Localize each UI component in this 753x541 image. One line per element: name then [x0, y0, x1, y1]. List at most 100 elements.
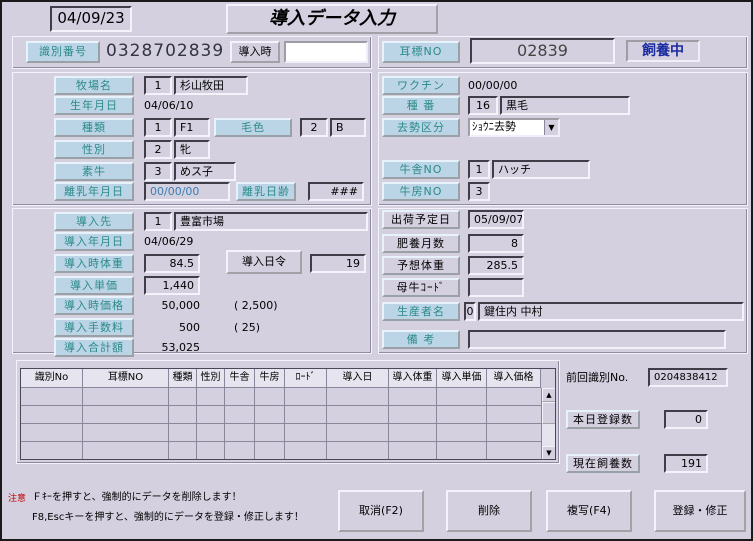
current-count-label: 現在飼養数	[566, 454, 640, 473]
kind-name-field[interactable]: 黒毛	[500, 96, 630, 115]
fee-value: 500	[179, 321, 200, 334]
sex-name-field[interactable]: 牝	[174, 140, 210, 159]
dam-name-field[interactable]: めス子	[174, 162, 236, 181]
col-divider	[82, 388, 83, 459]
room-field[interactable]: 3	[468, 182, 490, 201]
dam-code-field[interactable]: 3	[144, 162, 172, 181]
scroll-up-icon[interactable]: ▲	[542, 388, 555, 402]
page-title: 導入データ入力	[226, 4, 438, 34]
wean-day-field: ###	[308, 182, 364, 201]
breed-code-field[interactable]: 1	[144, 76, 172, 95]
fee-note: ( 25)	[234, 321, 261, 334]
source-code-field[interactable]: 1	[144, 212, 172, 231]
ear-value: 02839	[470, 38, 615, 64]
days-button[interactable]: 導入日令	[226, 250, 302, 274]
copy-button[interactable]: 複写(F4)	[546, 490, 632, 532]
total-label: 導入合計額	[54, 338, 134, 357]
wean-day-label: 離乳日齢	[236, 182, 296, 201]
weight-label: 導入時体重	[54, 254, 134, 273]
cancel-button[interactable]: 取消(F2)	[338, 490, 424, 532]
plan-field: 05/09/07	[468, 210, 524, 229]
col-barn[interactable]: 牛舎	[225, 369, 255, 388]
grid-scrollbar[interactable]: ▲ ▼	[541, 388, 555, 459]
birth-label: 生年月日	[54, 96, 134, 115]
ear-label: 耳標NO	[382, 41, 460, 63]
father-label: 母牛ｺｰﾄﾞ	[382, 278, 460, 297]
expected-weight-field: 285.5	[468, 256, 524, 275]
scroll-down-icon[interactable]: ▼	[542, 446, 555, 459]
color-label: 毛色	[214, 118, 292, 137]
note-field[interactable]	[468, 330, 726, 349]
type-name-field[interactable]: F1	[174, 118, 210, 137]
sex-code-field[interactable]: 2	[144, 140, 172, 159]
color-name-field[interactable]: B	[330, 118, 366, 137]
chevron-down-icon[interactable]: ▼	[544, 120, 558, 135]
purchase-date-value: 04/06/29	[144, 235, 194, 248]
date-display: 04/09/23	[50, 6, 132, 32]
dam-label: 素牛	[54, 162, 134, 181]
unit-label: 導入単価	[54, 276, 134, 295]
cause-select-value: ｼｮｳﾆ去勢	[472, 120, 516, 133]
breed-name-field[interactable]: 杉山牧田	[174, 76, 248, 95]
father-field[interactable]	[468, 278, 524, 297]
note-line-2: F8,Escキーを押すと、強制的にデータを登録・修正します！	[32, 512, 304, 523]
col-road[interactable]: ﾛｰﾄﾞ	[285, 369, 327, 388]
col-unit[interactable]: 導入単価	[437, 369, 487, 388]
vaccine-label: ワクチン	[382, 76, 460, 95]
scroll-thumb[interactable]	[542, 402, 555, 424]
unit-field[interactable]: 1,440	[144, 276, 200, 295]
intro-input[interactable]	[284, 41, 368, 63]
producer-code-field[interactable]: 0	[464, 302, 476, 321]
breed-label: 牧場名	[54, 76, 134, 95]
col-date[interactable]: 導入日	[327, 369, 389, 388]
cause-select[interactable]: ｼｮｳﾆ去勢 ▼	[468, 118, 560, 137]
col-divider	[168, 388, 169, 459]
wean-date-field[interactable]: 00/00/00	[144, 182, 230, 201]
table-row[interactable]	[21, 388, 541, 406]
months-label: 肥養月数	[382, 234, 460, 253]
delete-button[interactable]: 削除	[446, 490, 532, 532]
source-name-field[interactable]: 豊富市場	[174, 212, 368, 231]
prev-id-value: 0204838412	[648, 368, 728, 387]
kind-label: 種 番	[382, 96, 460, 115]
intro-button[interactable]: 導入時	[230, 41, 280, 63]
color-code-field[interactable]: 2	[300, 118, 328, 137]
col-divider	[196, 388, 197, 459]
table-row[interactable]	[21, 406, 541, 424]
source-label: 導入先	[54, 212, 134, 231]
col-id[interactable]: 識別No	[21, 369, 83, 388]
data-grid[interactable]: 識別No 耳標NO 種類 性別 牛舎 牛房 ﾛｰﾄﾞ 導入日 導入体重 導入単価…	[20, 368, 556, 460]
col-type[interactable]: 種類	[169, 369, 197, 388]
months-field: 8	[468, 234, 524, 253]
room-label: 牛房NO	[382, 182, 460, 201]
col-weight[interactable]: 導入体重	[389, 369, 437, 388]
price-label: 導入時価格	[54, 296, 134, 315]
col-divider	[254, 388, 255, 459]
status-badge: 飼養中	[626, 40, 700, 62]
barn-code-field[interactable]: 1	[468, 160, 490, 179]
barn-name-field[interactable]: ハッチ	[492, 160, 590, 179]
col-divider	[326, 388, 327, 459]
producer-name-field[interactable]: 鍵住内 中村	[478, 302, 744, 321]
today-count-value: 0	[664, 410, 708, 429]
price-note: ( 2,500)	[234, 299, 278, 312]
grid-body	[21, 388, 541, 459]
vaccine-value: 00/00/00	[468, 79, 518, 92]
col-room[interactable]: 牛房	[255, 369, 285, 388]
col-divider	[284, 388, 285, 459]
expected-weight-label: 予想体重	[382, 256, 460, 275]
save-button[interactable]: 登録・修正	[654, 490, 746, 532]
producer-label: 生産者名	[382, 302, 460, 321]
days-field: 19	[310, 254, 366, 273]
wean-label: 離乳年月日	[54, 182, 134, 201]
weight-field[interactable]: 84.5	[144, 254, 200, 273]
table-row[interactable]	[21, 442, 541, 459]
col-ear[interactable]: 耳標NO	[83, 369, 169, 388]
note-label: 備 考	[382, 330, 460, 349]
sex-label: 性別	[54, 140, 134, 159]
table-row[interactable]	[21, 424, 541, 442]
type-code-field[interactable]: 1	[144, 118, 172, 137]
col-sex[interactable]: 性別	[197, 369, 225, 388]
kind-code-field[interactable]: 16	[468, 96, 498, 115]
col-price[interactable]: 導入価格	[487, 369, 541, 388]
